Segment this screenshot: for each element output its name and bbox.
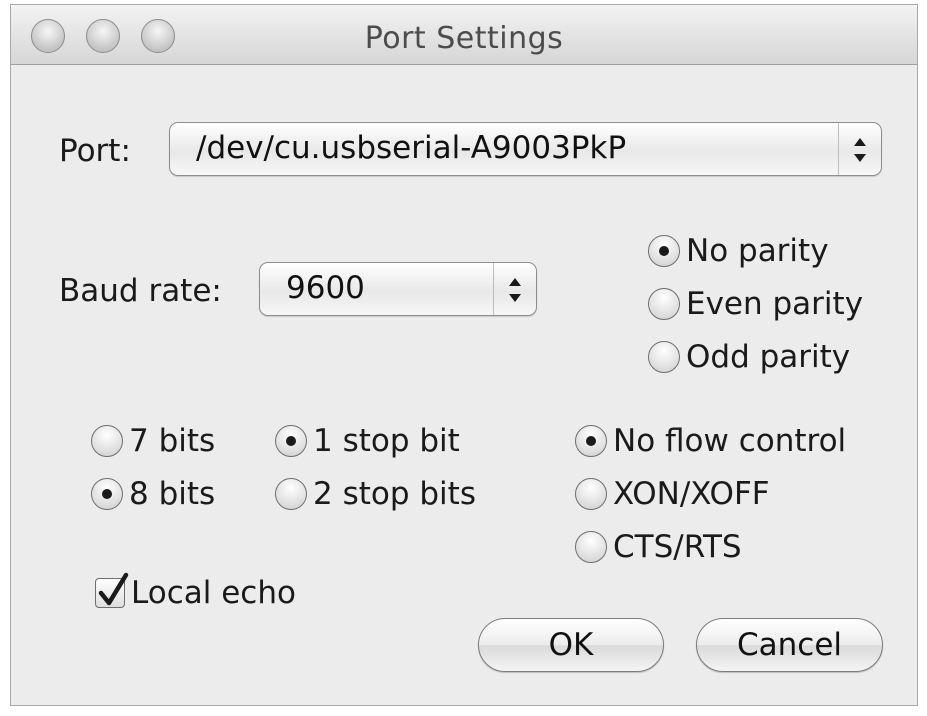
radio-xon-xoff[interactable]: XON/XOFF xyxy=(575,476,770,512)
radio-no-flow-control[interactable]: No flow control xyxy=(575,423,846,459)
cancel-button[interactable]: Cancel xyxy=(696,618,883,672)
local-echo-label: Local echo xyxy=(131,575,296,611)
radio-label: 1 stop bit xyxy=(313,423,460,459)
radio-button[interactable] xyxy=(275,478,307,510)
radio-1-stop-bit[interactable]: 1 stop bit xyxy=(275,423,460,459)
window-title: Port Settings xyxy=(364,21,564,56)
port-label: Port: xyxy=(59,133,131,169)
baud-rate-label: Baud rate: xyxy=(59,273,222,309)
title-bar: Port Settings xyxy=(11,5,917,65)
local-echo-checkbox-row[interactable]: Local echo xyxy=(95,572,296,611)
baud-rate-select-value: 9600 xyxy=(286,270,365,306)
radio-button[interactable] xyxy=(648,341,680,373)
radio-button[interactable] xyxy=(91,478,123,510)
radio-2-stop-bits[interactable]: 2 stop bits xyxy=(275,476,476,512)
ok-button[interactable]: OK xyxy=(478,618,664,672)
baud-rate-select[interactable]: 9600 xyxy=(259,262,537,316)
radio-7-bits[interactable]: 7 bits xyxy=(91,423,215,459)
radio-odd-parity[interactable]: Odd parity xyxy=(648,339,850,375)
radio-label: 2 stop bits xyxy=(313,476,476,512)
up-down-arrows-icon xyxy=(839,123,881,175)
radio-button[interactable] xyxy=(575,531,607,563)
port-select[interactable]: /dev/cu.usbserial-A9003PkP xyxy=(169,122,882,176)
checkmark-icon xyxy=(98,572,129,606)
radio-no-parity[interactable]: No parity xyxy=(648,233,829,269)
port-settings-dialog: Port Settings Port: /dev/cu.usbserial-A9… xyxy=(10,4,918,706)
radio-button[interactable] xyxy=(575,425,607,457)
radio-button[interactable] xyxy=(91,425,123,457)
radio-label: Odd parity xyxy=(686,339,851,375)
radio-button[interactable] xyxy=(648,235,680,267)
radio-even-parity[interactable]: Even parity xyxy=(648,286,863,322)
up-down-arrows-icon xyxy=(494,263,536,315)
radio-button[interactable] xyxy=(275,425,307,457)
radio-button[interactable] xyxy=(575,478,607,510)
radio-label: XON/XOFF xyxy=(613,476,770,512)
radio-label: No parity xyxy=(686,233,829,269)
radio-label: No flow control xyxy=(613,423,847,459)
radio-cts-rts[interactable]: CTS/RTS xyxy=(575,529,742,565)
port-select-value: /dev/cu.usbserial-A9003PkP xyxy=(196,130,627,166)
local-echo-checkbox[interactable] xyxy=(95,572,129,608)
radio-label: Even parity xyxy=(686,286,864,322)
radio-label: CTS/RTS xyxy=(613,529,742,565)
radio-label: 8 bits xyxy=(129,476,216,512)
radio-button[interactable] xyxy=(648,288,680,320)
radio-8-bits[interactable]: 8 bits xyxy=(91,476,215,512)
radio-label: 7 bits xyxy=(129,423,216,459)
